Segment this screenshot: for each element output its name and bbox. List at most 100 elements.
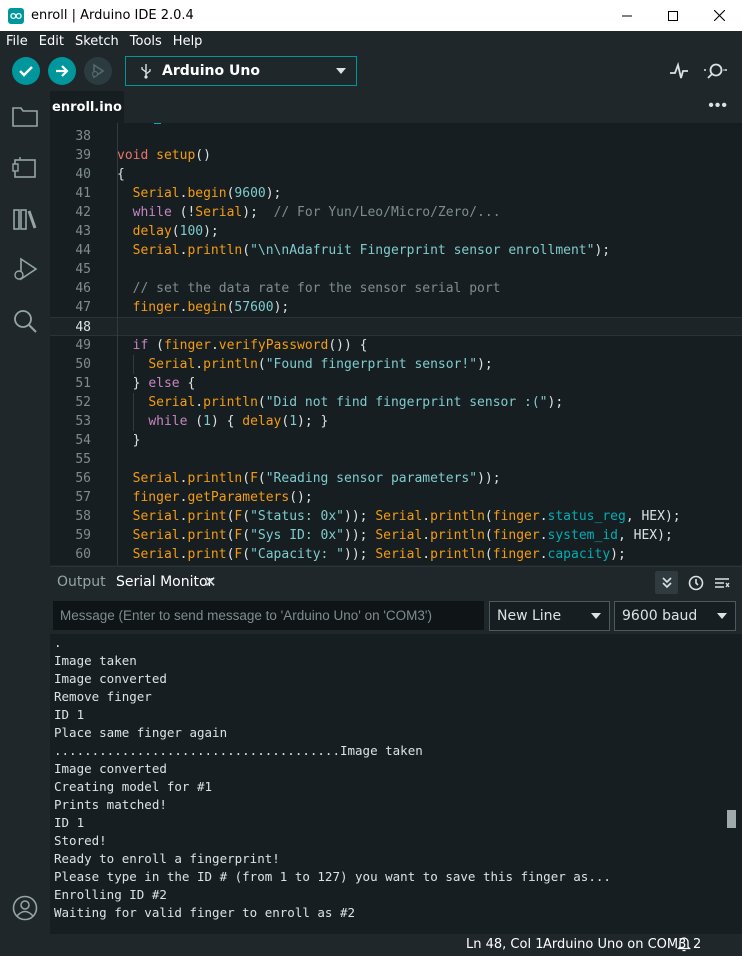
code-line[interactable]: 50 Serial.println("Found fingerprint sen… bbox=[50, 355, 742, 374]
timestamp-button[interactable] bbox=[684, 571, 707, 594]
close-serial-monitor-icon[interactable]: ✕ bbox=[204, 573, 217, 591]
code-line[interactable]: 60 Serial.print(F("Capacity: ")); Serial… bbox=[50, 545, 742, 564]
serial-output-line: Enrolling ID #2 bbox=[54, 887, 167, 902]
serial-monitor-button[interactable] bbox=[703, 60, 729, 82]
code-line[interactable]: 49 if (finger.verifyPassword()) { bbox=[50, 336, 742, 355]
tab-serial-monitor[interactable]: Serial Monitor bbox=[116, 574, 213, 590]
code-text: finger.begin(57600); bbox=[132, 300, 290, 315]
autoscroll-button[interactable] bbox=[655, 571, 678, 594]
line-number: 48 bbox=[75, 320, 91, 335]
debug-button[interactable] bbox=[84, 57, 112, 85]
clear-output-button[interactable] bbox=[710, 571, 733, 594]
code-line[interactable]: 46 // set the data rate for the sensor s… bbox=[50, 279, 742, 298]
code-line[interactable]: 47 finger.begin(57600); bbox=[50, 298, 742, 317]
code-editor[interactable]: 38 39 void setup() 40 {41 Serial.begin(9600)… bbox=[50, 123, 742, 565]
code-line[interactable]: 39 void setup() bbox=[50, 146, 742, 165]
window-title: enroll | Arduino IDE 2.0.4 bbox=[31, 8, 194, 23]
code-line[interactable]: 57 finger.getParameters(); bbox=[50, 488, 742, 507]
code-line[interactable]: 59 Serial.print(F("Sys ID: 0x")); Serial… bbox=[50, 526, 742, 545]
code-text: while (!Serial); // For Yun/Leo/Micro/Ze… bbox=[132, 205, 501, 220]
menu-sketch[interactable]: Sketch bbox=[69, 34, 124, 49]
debug-panel-button[interactable] bbox=[10, 255, 40, 285]
menu-help[interactable]: Help bbox=[167, 34, 208, 49]
library-manager-button[interactable] bbox=[10, 204, 40, 234]
account-button[interactable] bbox=[10, 893, 40, 923]
code-line[interactable]: 42 while (!Serial); // For Yun/Leo/Micro… bbox=[50, 203, 742, 222]
serial-input-row: New Line 9600 baud bbox=[50, 598, 742, 634]
code-line[interactable]: 52 Serial.println("Did not find fingerpr… bbox=[50, 393, 742, 412]
autoscroll-icon bbox=[661, 576, 672, 588]
line-ending-select[interactable]: New Line bbox=[489, 601, 610, 631]
line-ending-value: New Line bbox=[497, 608, 562, 624]
baud-rate-select[interactable]: 9600 baud bbox=[614, 601, 736, 631]
serial-output-line: Image converted bbox=[54, 761, 167, 776]
tab-enroll-ino[interactable]: enroll.ino bbox=[50, 91, 124, 123]
maximize-button[interactable] bbox=[650, 0, 696, 31]
code-line[interactable]: 44 Serial.println("\n\nAdafruit Fingerpr… bbox=[50, 241, 742, 260]
more-actions-icon[interactable]: ••• bbox=[708, 97, 728, 115]
code-text: } else { bbox=[117, 376, 196, 391]
minimize-button[interactable] bbox=[604, 0, 650, 31]
menu-bar: File Edit Sketch Tools Help bbox=[0, 31, 742, 51]
verify-icon bbox=[19, 66, 33, 77]
activity-bar bbox=[0, 91, 50, 934]
code-line[interactable]: 45 bbox=[50, 260, 742, 279]
code-text: Serial.print(F("Sys ID: 0x")); Serial.pr… bbox=[132, 528, 673, 543]
line-number: 38 bbox=[75, 129, 91, 144]
chevron-down-icon bbox=[717, 613, 727, 619]
line-number: 53 bbox=[75, 414, 91, 429]
verify-button[interactable] bbox=[12, 57, 40, 85]
code-line[interactable]: 41 Serial.begin(9600); bbox=[50, 184, 742, 203]
cursor-position[interactable]: Ln 48, Col 1 bbox=[466, 937, 543, 952]
serial-output-line: Image taken bbox=[54, 653, 137, 668]
code-line[interactable]: 48 bbox=[50, 317, 742, 336]
scrollbar-thumb[interactable] bbox=[727, 810, 736, 828]
line-number: 42 bbox=[75, 205, 91, 220]
chevron-down-icon bbox=[591, 613, 601, 619]
board-selector[interactable]: Arduino Uno bbox=[125, 56, 357, 86]
serial-output-line: Ready to enroll a fingerprint! bbox=[54, 851, 280, 866]
serial-plotter-button[interactable] bbox=[668, 60, 690, 82]
serial-output-line: Prints matched! bbox=[54, 797, 167, 812]
clear-output-icon bbox=[714, 577, 730, 588]
sketchbook-button[interactable] bbox=[10, 101, 40, 131]
code-text: finger.getParameters(); bbox=[132, 490, 313, 505]
serial-message-input[interactable] bbox=[53, 601, 484, 630]
menu-tools[interactable]: Tools bbox=[124, 34, 167, 49]
line-number: 59 bbox=[75, 528, 91, 543]
code-text: Serial.println("Found fingerprint sensor… bbox=[148, 357, 493, 372]
notifications-icon[interactable] bbox=[676, 936, 692, 956]
code-text: Serial.println("\n\nAdafruit Fingerprint… bbox=[132, 243, 611, 258]
indent-guide bbox=[133, 393, 134, 431]
code-line[interactable]: 58 Serial.print(F("Status: 0x")); Serial… bbox=[50, 507, 742, 526]
editor-tab-bar: enroll.ino ••• bbox=[50, 91, 742, 123]
code-text: Serial.print(F("Status: 0x")); Serial.pr… bbox=[132, 509, 681, 524]
line-number: 49 bbox=[75, 338, 91, 353]
boards-manager-button[interactable] bbox=[10, 153, 40, 183]
code-line[interactable]: 56 Serial.println(F("Reading sensor para… bbox=[50, 469, 742, 488]
search-button[interactable] bbox=[10, 306, 40, 336]
account-icon bbox=[12, 895, 38, 921]
upload-button[interactable] bbox=[48, 57, 76, 85]
menu-edit[interactable]: Edit bbox=[33, 34, 69, 49]
code-text: Serial.begin(9600); bbox=[132, 186, 282, 201]
code-line[interactable]: 51 } else { bbox=[50, 374, 742, 393]
arduino-app-icon bbox=[8, 7, 24, 24]
upload-icon bbox=[56, 65, 69, 77]
serial-output-line: . bbox=[54, 635, 62, 650]
code-line[interactable]: 40 { bbox=[50, 165, 742, 184]
tab-output[interactable]: Output bbox=[57, 574, 106, 590]
search-icon bbox=[14, 310, 37, 333]
code-line[interactable]: 43 delay(100); bbox=[50, 222, 742, 241]
menu-file[interactable]: File bbox=[0, 34, 33, 49]
board-port-status[interactable]: Arduino Uno on COM3 bbox=[543, 937, 686, 952]
code-line[interactable]: 55 bbox=[50, 450, 742, 469]
close-window-button[interactable] bbox=[696, 0, 742, 31]
code-line[interactable]: 54 } bbox=[50, 431, 742, 450]
code-line[interactable]: 53 while (1) { delay(1); } bbox=[50, 412, 742, 431]
serial-monitor-icon bbox=[704, 63, 727, 79]
status-bar: Ln 48, Col 1 Arduino Uno on COM3 2 bbox=[0, 934, 742, 956]
serial-output[interactable]: . Image taken Image converted Remove finger… bbox=[50, 634, 742, 934]
code-line[interactable]: 38 bbox=[50, 127, 742, 146]
serial-output-line: Waiting for valid finger to enroll as #2 bbox=[54, 905, 356, 920]
